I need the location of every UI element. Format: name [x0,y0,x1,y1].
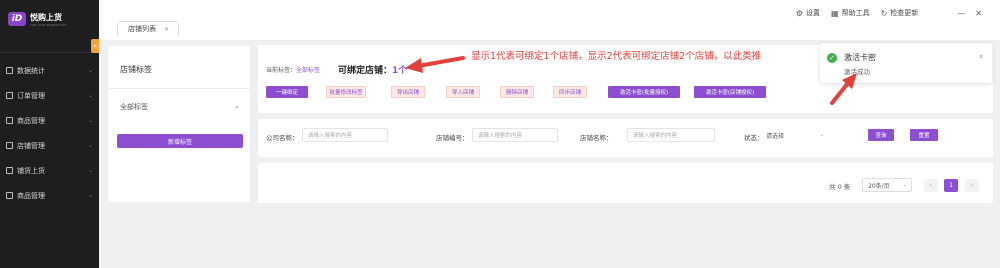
current-tag: 当前标签：全部标签 [266,65,320,74]
query-button[interactable]: 查询 [868,129,894,141]
filter-panel: 公司名称： 请输入搜索的内容 店铺编号： 请输入搜索的内容 店铺名称： 请输入搜… [258,119,993,157]
next-page-button[interactable]: > [965,179,979,192]
store-name-label: 店铺名称： [580,134,613,142]
page-number-current[interactable]: 1 [944,179,958,192]
chevron-down-icon: ⌄ [87,117,93,124]
chevron-down-icon: ⌄ [87,67,93,74]
sidebar-item-products[interactable]: 商品管理 ⌄ [0,108,99,133]
minimize-icon[interactable]: — [957,9,965,18]
toast-message: 激活成功 [844,68,870,76]
sidebar-item-label: 商品管理 [17,191,45,200]
refresh-icon: ↻ [880,8,888,18]
page-size-value: 20条/页 [868,182,890,190]
batch-edit-tag-button[interactable]: 批量修改标签 [326,86,366,98]
store-no-input[interactable]: 请输入搜索的内容 [472,128,558,142]
import-store-button[interactable]: 导入店铺 [446,86,480,98]
activate-store-button[interactable]: 激活卡密(店铺授权) [694,86,766,98]
toast-title: 激活卡密 [844,53,876,62]
status-select[interactable]: 请选择 ⌄ [762,128,828,142]
chevron-down-icon: ⌄ [87,142,93,149]
tag-select[interactable]: 全部标签 [120,102,148,112]
sync-store-button[interactable]: 同步店铺 [553,86,587,98]
add-tag-button[interactable]: 新增标签 [117,134,243,148]
status-select-value: 请选择 [766,132,785,140]
company-label: 公司名称： [266,134,299,142]
store-name-input[interactable]: 请输入搜索的内容 [627,128,715,142]
order-icon [6,92,13,99]
bindable-label: 可绑定店铺： [338,66,393,76]
chevron-down-icon: ⌄ [819,132,824,138]
app-subtitle: YUE GOU SHANG HUO [30,22,67,27]
store-icon [6,142,13,149]
divider [108,88,250,89]
company-input[interactable]: 请输入搜索的内容 [302,128,388,142]
pagination-panel: 共 0 条 20条/页 ⌄ < 1 > [258,163,993,203]
gear-icon: ⚙ [795,8,804,18]
tools-label: 帮助工具 [841,9,870,17]
goods-icon [6,192,13,199]
chart-icon [6,67,13,74]
panel-title: 店铺标签 [120,65,152,74]
annotation-text: 显示1代表可绑定1个店铺，显示2代表可绑定店铺2个店铺，以此类推 [471,51,762,62]
sidebar-item-orders[interactable]: 订单管理 ⌄ [0,83,99,108]
sidebar-item-label: 订单管理 [17,91,45,100]
export-store-button[interactable]: 导出店铺 [391,86,425,98]
chevron-down-icon: ⌄ [87,167,93,174]
close-icon[interactable]: ✕ [978,53,984,61]
reset-button[interactable]: 重置 [910,129,938,141]
settings-label: 设置 [806,9,821,17]
bindable-stores: 可绑定店铺：1个 [338,63,407,76]
check-update-label: 检查更新 [890,9,919,17]
product-icon [6,117,13,124]
sidebar-divider [0,52,99,53]
one-click-bind-button[interactable]: 一键绑定 [266,86,308,98]
tab-bar: 店铺列表 ✕ [99,21,1000,40]
sidebar-item-stores[interactable]: 店铺管理 ⌄ [0,133,99,158]
chevron-down-icon: ⌄ [902,182,907,188]
close-icon[interactable]: ✕ [164,26,169,33]
sidebar-item-data-stats[interactable]: 数据统计 ⌄ [0,58,99,83]
delete-store-button[interactable]: 删除店铺 [500,86,534,98]
tab-label: 店铺列表 [128,25,156,33]
sidebar-item-label: 商品管理 [17,116,45,125]
status-label: 状态： [744,134,764,142]
topbar: ⚙ 设置 ▦ 帮助工具 ↻ 检查更新 — ✕ [99,0,1000,28]
store-tag-panel: 店铺标签 全部标签 ⌄ 新增标签 [108,46,250,202]
page-size-select[interactable]: 20条/页 ⌄ [862,178,912,192]
app-name: 悦购上货 [30,12,62,22]
sidebar-collapse-button[interactable]: « [91,39,99,53]
logo: iD 悦购上货 YUE GOU SHANG HUO [0,0,99,38]
sidebar-item-listing[interactable]: 铺货上货 ⌄ [0,158,99,183]
sidebar-item-label: 数据统计 [17,66,45,75]
check-icon: ✓ [827,53,837,63]
chevron-down-icon[interactable]: ⌄ [234,102,240,110]
prev-page-button[interactable]: < [924,179,938,192]
current-tag-value: 全部标签 [296,67,321,74]
sidebar-item-label: 店铺管理 [17,141,45,150]
bindable-count: 1个 [392,66,408,76]
upload-icon [6,167,13,174]
chevron-down-icon: ⌄ [87,92,93,99]
close-icon[interactable]: ✕ [975,9,982,18]
tools-icon: ▦ [831,8,839,18]
logo-icon: iD [8,12,26,26]
sidebar-item-goods[interactable]: 商品管理 ⌄ [0,183,99,208]
sidebar-item-label: 铺货上货 [17,166,45,175]
check-update-button[interactable]: ↻ 检查更新 [881,8,919,18]
sidebar-menu: 数据统计 ⌄ 订单管理 ⌄ 商品管理 ⌄ 店铺管理 ⌄ 铺货上货 ⌄ 商品管理 ⌄ [0,58,99,208]
current-tag-label: 当前标签： [266,67,297,74]
total-count: 共 0 条 [829,183,851,191]
activate-batch-button[interactable]: 激活卡密(批量授权) [608,86,680,98]
tools-button[interactable]: ▦ 帮助工具 [831,8,870,18]
settings-button[interactable]: ⚙ 设置 [796,8,820,18]
store-no-label: 店铺编号： [436,134,469,142]
tab-store-list[interactable]: 店铺列表 ✕ [117,21,179,36]
chevron-down-icon: ⌄ [87,192,93,199]
sidebar: iD 悦购上货 YUE GOU SHANG HUO 数据统计 ⌄ 订单管理 ⌄ 商品… [0,0,99,268]
success-toast: ✓ 激活卡密 激活成功 ✕ [820,43,992,83]
